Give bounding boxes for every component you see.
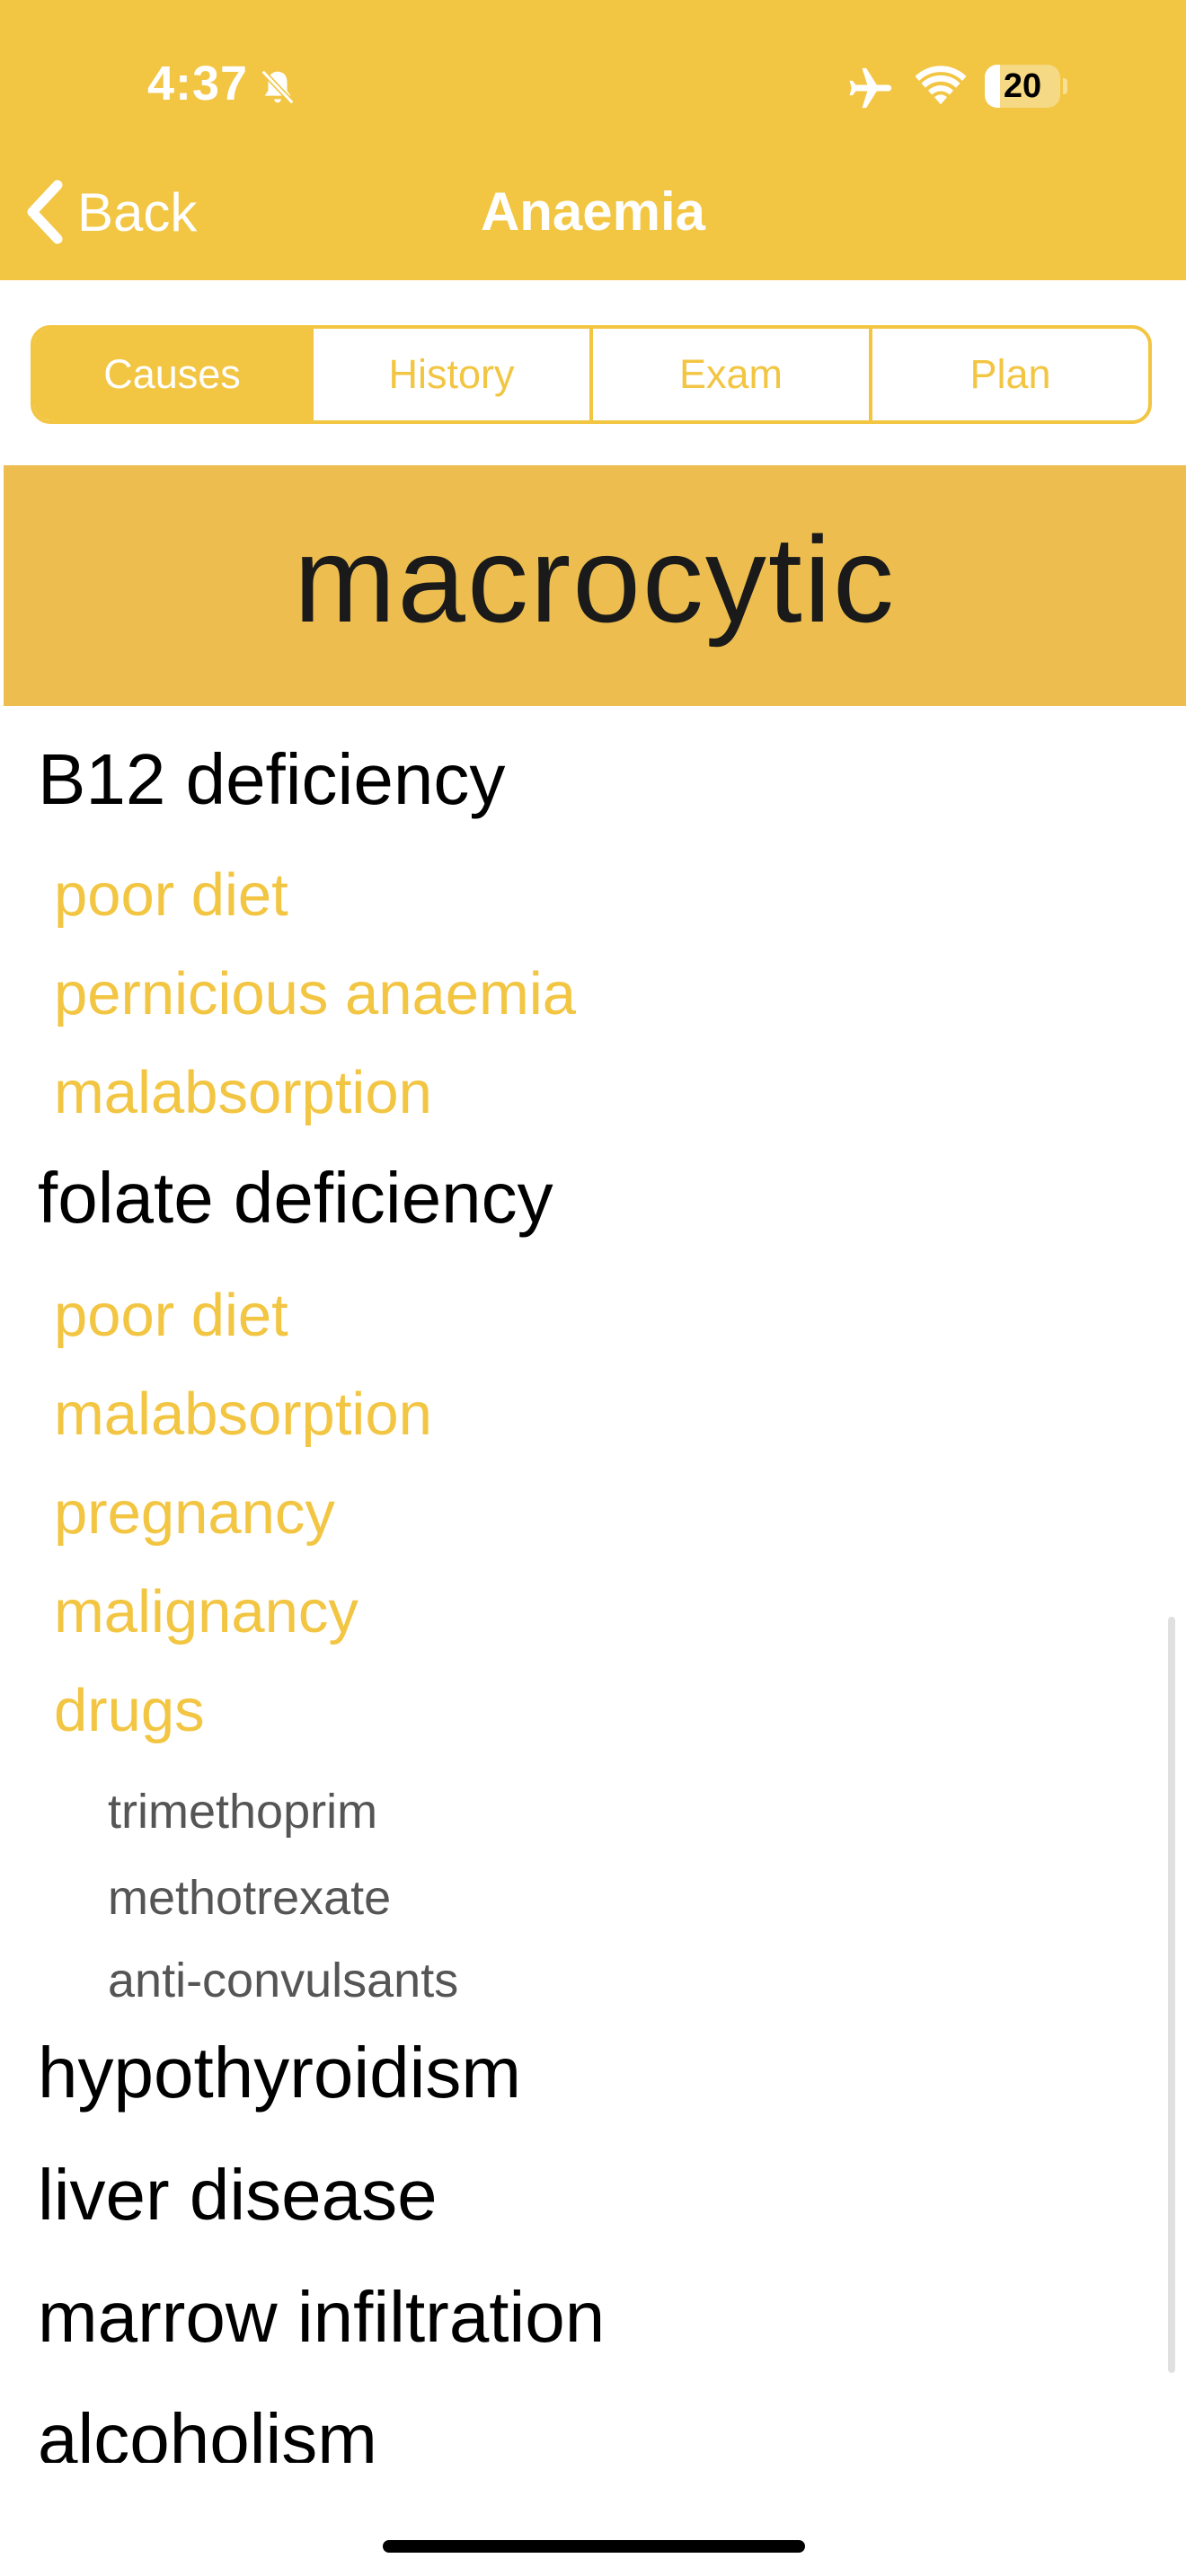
section-banner: macrocytic — [4, 465, 1186, 706]
list-subitem[interactable]: malabsorption — [54, 1058, 432, 1127]
list-heading: marrow infiltration — [38, 2277, 606, 2357]
header: 4:37 20 Back Anaemia — [0, 0, 1186, 280]
page-title: Anaemia — [480, 181, 706, 242]
airplane-icon — [849, 67, 892, 109]
list-detail[interactable]: trimethoprim — [108, 1784, 377, 1839]
status-time: 4:37 — [147, 57, 249, 110]
battery-nub — [1063, 78, 1067, 94]
list-detail[interactable]: methotrexate — [108, 1870, 391, 1926]
battery-body: 20 — [985, 65, 1060, 108]
list-subitem[interactable]: malignancy — [54, 1577, 358, 1646]
section-title: macrocytic — [294, 511, 896, 648]
list-heading: liver disease — [38, 2155, 438, 2235]
list-subitem[interactable]: poor diet — [54, 1281, 288, 1350]
tab-history[interactable]: History — [310, 329, 589, 420]
battery-level: 20 — [1003, 67, 1042, 105]
bell-slash-icon — [261, 69, 295, 105]
wifi-icon — [915, 66, 967, 105]
scrollbar[interactable] — [1168, 1617, 1175, 2373]
tab-causes[interactable]: Causes — [34, 329, 310, 420]
list-subitem[interactable]: pernicious anaemia — [54, 959, 576, 1028]
list-heading: alcoholism — [38, 2399, 377, 2463]
list-subitem[interactable]: malabsorption — [54, 1380, 432, 1449]
list-subitem[interactable]: pregnancy — [54, 1478, 335, 1548]
list-heading: hypothyroidism — [38, 2033, 522, 2113]
list-heading: folate deficiency — [38, 1158, 553, 1238]
tab-exam[interactable]: Exam — [589, 329, 869, 420]
causes-list[interactable]: B12 deficiency poor diet pernicious anaemi… — [0, 719, 1186, 2463]
list-detail[interactable]: anti-convulsants — [108, 1953, 458, 2008]
list-heading: B12 deficiency — [38, 739, 506, 819]
home-indicator[interactable] — [383, 2540, 805, 2553]
segmented-control: Causes History Exam Plan — [31, 325, 1152, 424]
battery-icon: 20 — [985, 65, 1067, 108]
list-subitem[interactable]: drugs — [54, 1676, 205, 1745]
list-subitem[interactable]: poor diet — [54, 860, 288, 930]
tab-plan[interactable]: Plan — [869, 329, 1148, 420]
